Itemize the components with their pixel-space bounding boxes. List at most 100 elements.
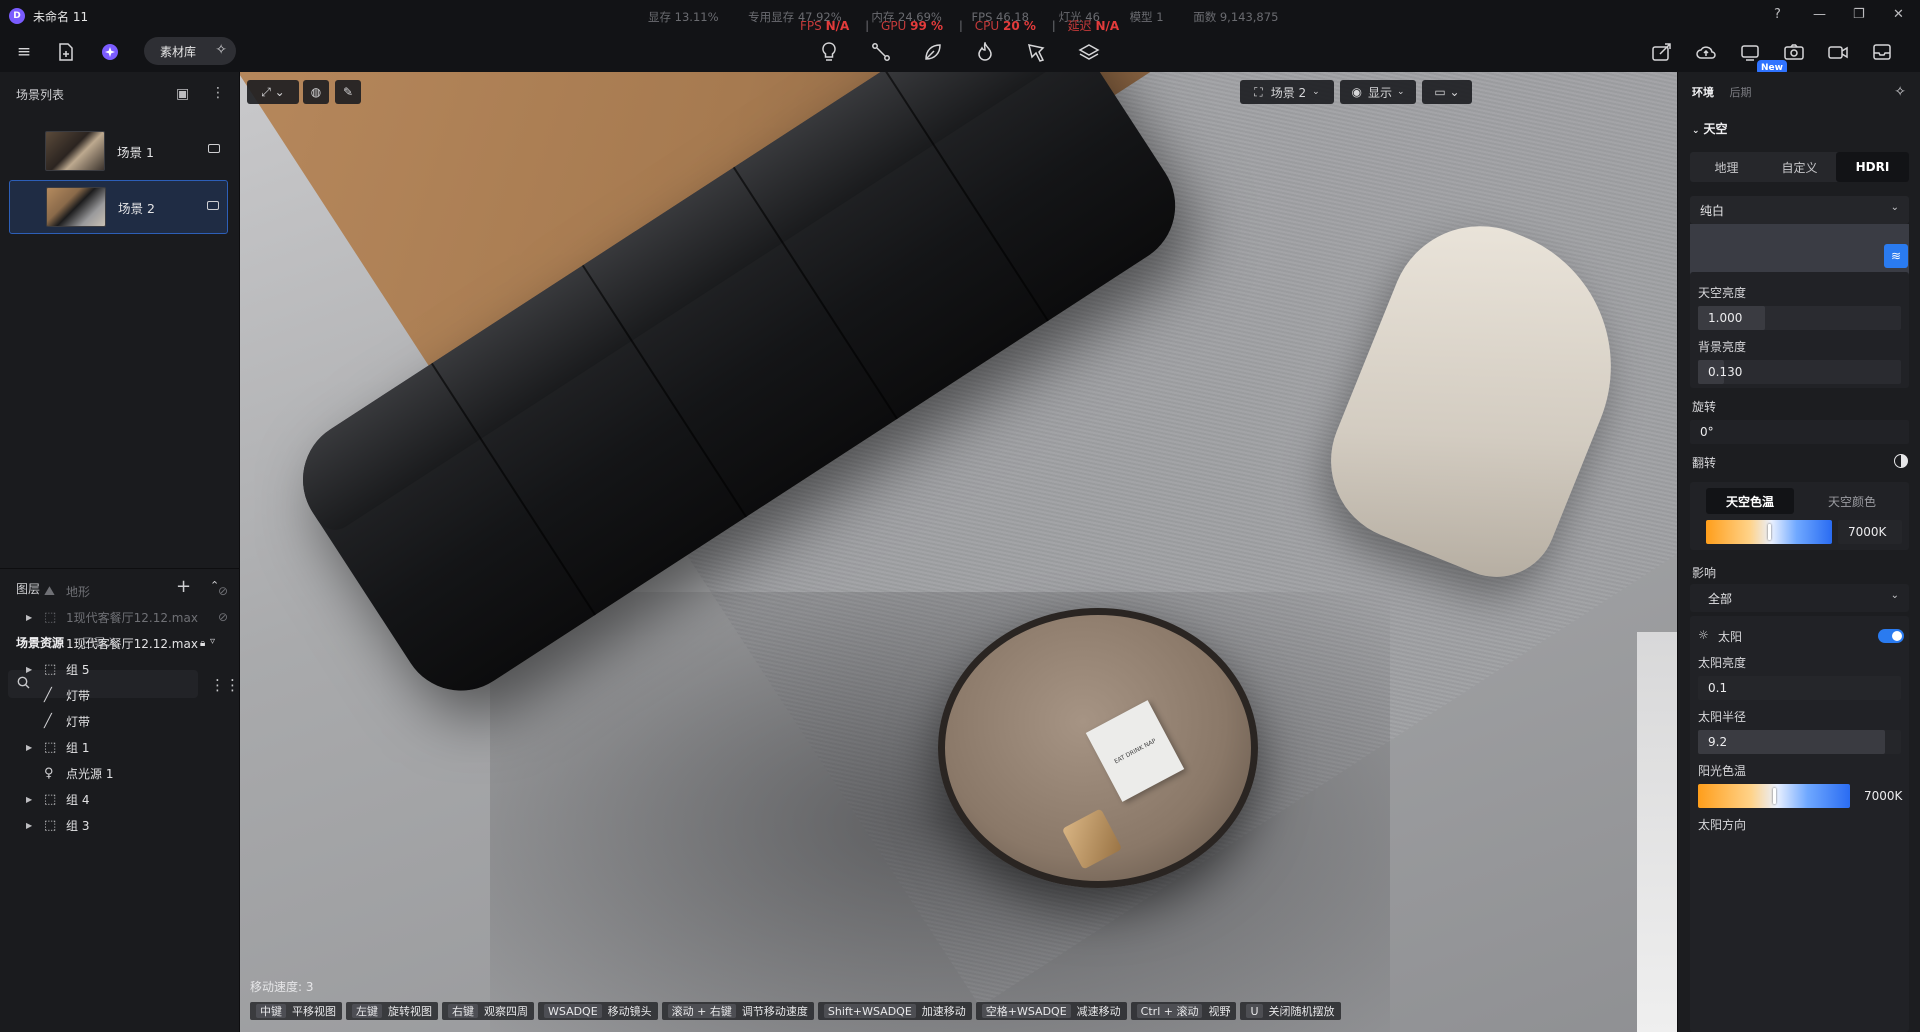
slider-thumb[interactable] [1768, 524, 1771, 540]
hidden-eye-icon[interactable]: ⊘ [218, 610, 228, 624]
close-icon[interactable]: ✕ [1893, 7, 1904, 22]
render-queue-icon[interactable] [1739, 41, 1761, 63]
asset-library-button[interactable]: 素材库 ✧ [144, 37, 236, 65]
layer-tree-row[interactable]: ⛰ 地形 ⊘ [0, 578, 240, 604]
magic-wand-icon[interactable]: ✧ [1894, 84, 1906, 100]
view-options-dropdown[interactable]: ▭ ⌄ [1422, 80, 1472, 104]
sky-brightness-field[interactable]: 1.000 [1698, 306, 1901, 330]
layer-tree-row[interactable]: ♀ 点光源 1 [0, 760, 240, 786]
scene-item-1[interactable]: 场景 1 [9, 124, 228, 178]
hdri-select[interactable]: 纯白 ⌄ [1690, 196, 1909, 224]
new-file-icon[interactable] [55, 41, 77, 63]
shortcut-key: 滚动 + 右键 [667, 1004, 736, 1018]
shortcut-text: 调节移动速度 [741, 1005, 808, 1018]
affect-select[interactable]: 全部 ⌄ [1690, 584, 1909, 612]
rotate-label: 旋转 [1692, 400, 1717, 414]
ai-assistant-icon[interactable] [99, 41, 121, 63]
scene-item-2[interactable]: 场景 2 [9, 180, 228, 234]
asset-library-label: 素材库 [160, 44, 197, 59]
expand-arrow-icon[interactable]: ▶ [26, 795, 32, 804]
brightness-settings-icon[interactable]: ≋ [1884, 244, 1908, 268]
tab-environment[interactable]: 环境 [1692, 86, 1714, 99]
layer-tree-row[interactable]: ▶ ⬚ 组 5 [0, 656, 240, 682]
pen-tool-icon[interactable] [1026, 41, 1048, 63]
group-icon: ⬚ [44, 791, 57, 807]
lock-icon[interactable]: 🔒︎ [200, 638, 205, 649]
scene-camera-icon[interactable] [208, 144, 220, 153]
shortcut-key: WSADQE [544, 1004, 602, 1018]
expand-arrow-icon[interactable]: ▶ [26, 613, 32, 622]
expand-arrow-icon[interactable]: ▶ [26, 821, 32, 830]
output-icon[interactable] [1871, 41, 1893, 63]
layer-label: 1现代客餐厅12.12.max [66, 636, 198, 651]
share-icon[interactable] [1651, 41, 1673, 63]
bulb-icon: ♀ [44, 765, 54, 781]
chevron-down-icon: ⌄ [1890, 590, 1899, 601]
scene-camera-select[interactable]: ⛶ 场景 2 ⌄ [1240, 80, 1334, 104]
shortcut-text: 减速移动 [1076, 1005, 1121, 1018]
rotate-field[interactable]: 0° [1690, 420, 1909, 444]
transform-mode-dropdown[interactable]: ⤢ ⌄ [247, 80, 299, 104]
expand-arrow-icon[interactable]: ▶ [26, 665, 32, 674]
layer-label: 1现代客餐厅12.12.max [66, 610, 198, 625]
slider-thumb[interactable] [1773, 788, 1776, 804]
sky-temperature-slider[interactable] [1706, 520, 1832, 544]
perf-fps-value: N/A [825, 19, 850, 33]
sun-toggle[interactable] [1878, 629, 1904, 643]
sky-section-header[interactable]: ⌄ 天空 [1692, 120, 1728, 137]
help-icon[interactable]: ? [1774, 7, 1781, 22]
sky-brightness-label: 天空亮度 [1698, 286, 1747, 300]
add-scene-icon[interactable]: ▣ [176, 86, 189, 102]
layer-tree-row[interactable]: ╱ 灯带 [0, 682, 240, 708]
picker-icon[interactable]: ✎ [335, 80, 361, 104]
menu-icon[interactable]: ≡ [13, 41, 35, 63]
layer-label: 灯带 [66, 714, 91, 729]
sun-direction-label: 太阳方向 [1698, 818, 1747, 832]
video-icon[interactable] [1827, 41, 1849, 63]
layers-tool-icon[interactable] [1078, 41, 1100, 63]
restore-icon[interactable]: ❐ [1853, 7, 1865, 22]
expand-arrow-icon[interactable]: ▶ [26, 743, 32, 752]
sky-mode-hdri[interactable]: HDRI [1836, 152, 1909, 182]
light-bulb-tool-icon[interactable] [818, 41, 840, 63]
sky-temperature-field[interactable]: 7000K [1838, 520, 1902, 544]
layer-tree-row[interactable]: ⬡ 1现代客餐厅12.12.max 🔒︎ [0, 630, 240, 656]
flip-toggle-icon[interactable] [1894, 454, 1908, 468]
layer-tree-row[interactable]: ╱ 灯带 [0, 708, 240, 734]
sun-temperature-slider[interactable] [1698, 784, 1850, 808]
layer-tree-row[interactable]: ▶ ⬚ 1现代客餐厅12.12.max ⊘ [0, 604, 240, 630]
minimize-icon[interactable]: — [1813, 7, 1826, 22]
sun-radius-label: 太阳半径 [1698, 710, 1747, 724]
cloud-upload-icon[interactable] [1695, 41, 1717, 63]
scene-camera-icon[interactable] [207, 201, 219, 210]
rotate-value: 0° [1700, 425, 1714, 439]
globe-icon[interactable]: ◍ [303, 80, 329, 104]
more-options-icon[interactable]: ⋮ [211, 85, 225, 101]
stat-vram: 显存 13.11% [648, 10, 719, 24]
shortcut-hint: 左键 旋转视图 [346, 1002, 438, 1020]
display-dropdown[interactable]: ◉ 显示 ⌄ [1340, 80, 1416, 104]
scene-camera-label: 场景 2 [1270, 85, 1307, 100]
3d-viewport[interactable]: EAT DRINK NAP ⤢ ⌄ ◍ ✎ ⛶ 场景 2 ⌄ ◉ 显示 ⌄ ▭ … [240, 72, 1677, 1032]
sun-brightness-label: 太阳亮度 [1698, 656, 1747, 670]
tab-post-processing[interactable]: 后期 [1730, 86, 1752, 99]
sky-mode-geo[interactable]: 地理 [1690, 152, 1763, 182]
tab-sky-temperature[interactable]: 天空色温 [1706, 488, 1794, 514]
sun-temperature-field[interactable]: 7000K [1854, 784, 1906, 808]
tab-sky-color[interactable]: 天空颜色 [1804, 488, 1900, 514]
sky-mode-custom[interactable]: 自定义 [1763, 152, 1836, 182]
camera-icon[interactable] [1783, 41, 1805, 63]
hidden-eye-icon[interactable]: ⊘ [218, 584, 228, 598]
sun-brightness-field[interactable]: 0.1 [1698, 676, 1901, 700]
fire-tool-icon[interactable] [974, 41, 996, 63]
path-tool-icon[interactable] [870, 41, 892, 63]
layer-tree-row[interactable]: ▶ ⬚ 组 1 [0, 734, 240, 760]
layer-tree-row[interactable]: ▶ ⬚ 组 3 [0, 812, 240, 838]
leaf-tool-icon[interactable] [922, 41, 944, 63]
shortcut-hint: 中键 平移视图 [250, 1002, 342, 1020]
layer-tree-row[interactable]: ▶ ⬚ 组 4 [0, 786, 240, 812]
title-bar: D 未命名 11 显存 13.11% 专用显存 47.92% 内存 24.69%… [0, 0, 1920, 33]
sun-radius-field[interactable]: 9.2 [1698, 730, 1901, 754]
perf-separator: | [1051, 19, 1056, 33]
bg-brightness-field[interactable]: 0.130 [1698, 360, 1901, 384]
